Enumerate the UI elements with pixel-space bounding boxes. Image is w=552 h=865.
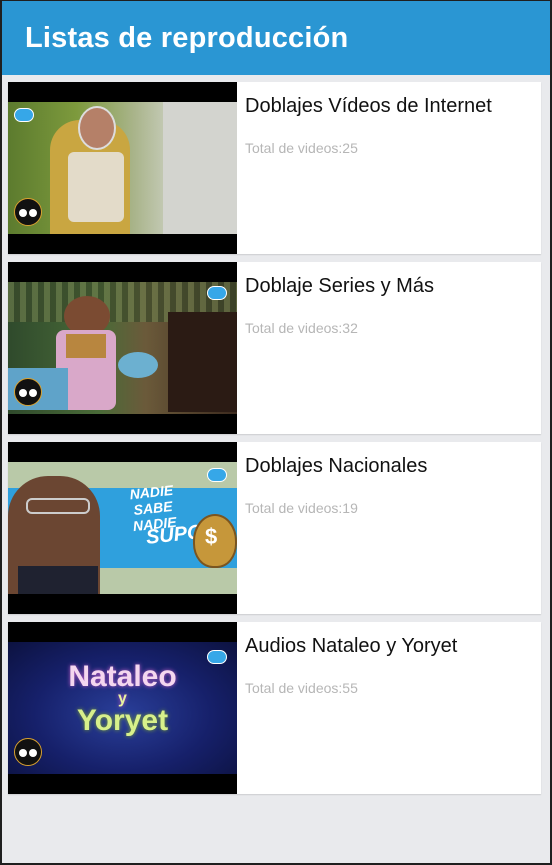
playlist-title: Audios Nataleo y Yoryet: [245, 635, 458, 657]
app-bar: Listas de reproducción: [2, 1, 550, 75]
thumbnail-text: Nataleo: [68, 660, 177, 693]
channel-badge-icon: [207, 650, 227, 664]
channel-logo-icon: [14, 198, 42, 226]
channel-badge-icon: [207, 286, 227, 300]
playlist-video-count: Total de videos:25: [245, 140, 358, 156]
playlist-title: Doblajes Nacionales: [245, 455, 428, 477]
playlist-title: Doblajes Vídeos de Internet: [245, 95, 492, 117]
playlist-item[interactable]: Doblajes Vídeos de Internet Total de vid…: [8, 82, 541, 254]
channel-logo-icon: [14, 378, 42, 406]
playlist-title: Doblaje Series y Más: [245, 275, 434, 297]
playlist-video-count: Total de videos:55: [245, 680, 358, 696]
playlist-video-count: Total de videos:19: [245, 500, 358, 516]
playlist-item[interactable]: NADIE SABE NADIE SUPO $ Doblajes Naciona…: [8, 442, 541, 614]
playlist-item[interactable]: Nataleo y Yoryet Audios Nataleo y Yoryet…: [8, 622, 541, 794]
thumbnail-text: Yoryet: [76, 704, 169, 737]
playlist-thumbnail: NADIE SABE NADIE SUPO $: [8, 442, 237, 614]
playlist-thumbnail: [8, 262, 237, 434]
playlist-thumbnail: Nataleo y Yoryet: [8, 622, 237, 794]
page-title: Listas de reproducción: [25, 21, 349, 54]
channel-badge-icon: [207, 468, 227, 482]
channel-logo-icon: [14, 738, 42, 766]
playlist-thumbnail: [8, 82, 237, 254]
channel-badge-icon: [14, 108, 34, 122]
playlist-video-count: Total de videos:32: [245, 320, 358, 336]
playlist-list: Doblajes Vídeos de Internet Total de vid…: [8, 82, 541, 802]
playlist-item[interactable]: Doblaje Series y Más Total de videos:32: [8, 262, 541, 434]
